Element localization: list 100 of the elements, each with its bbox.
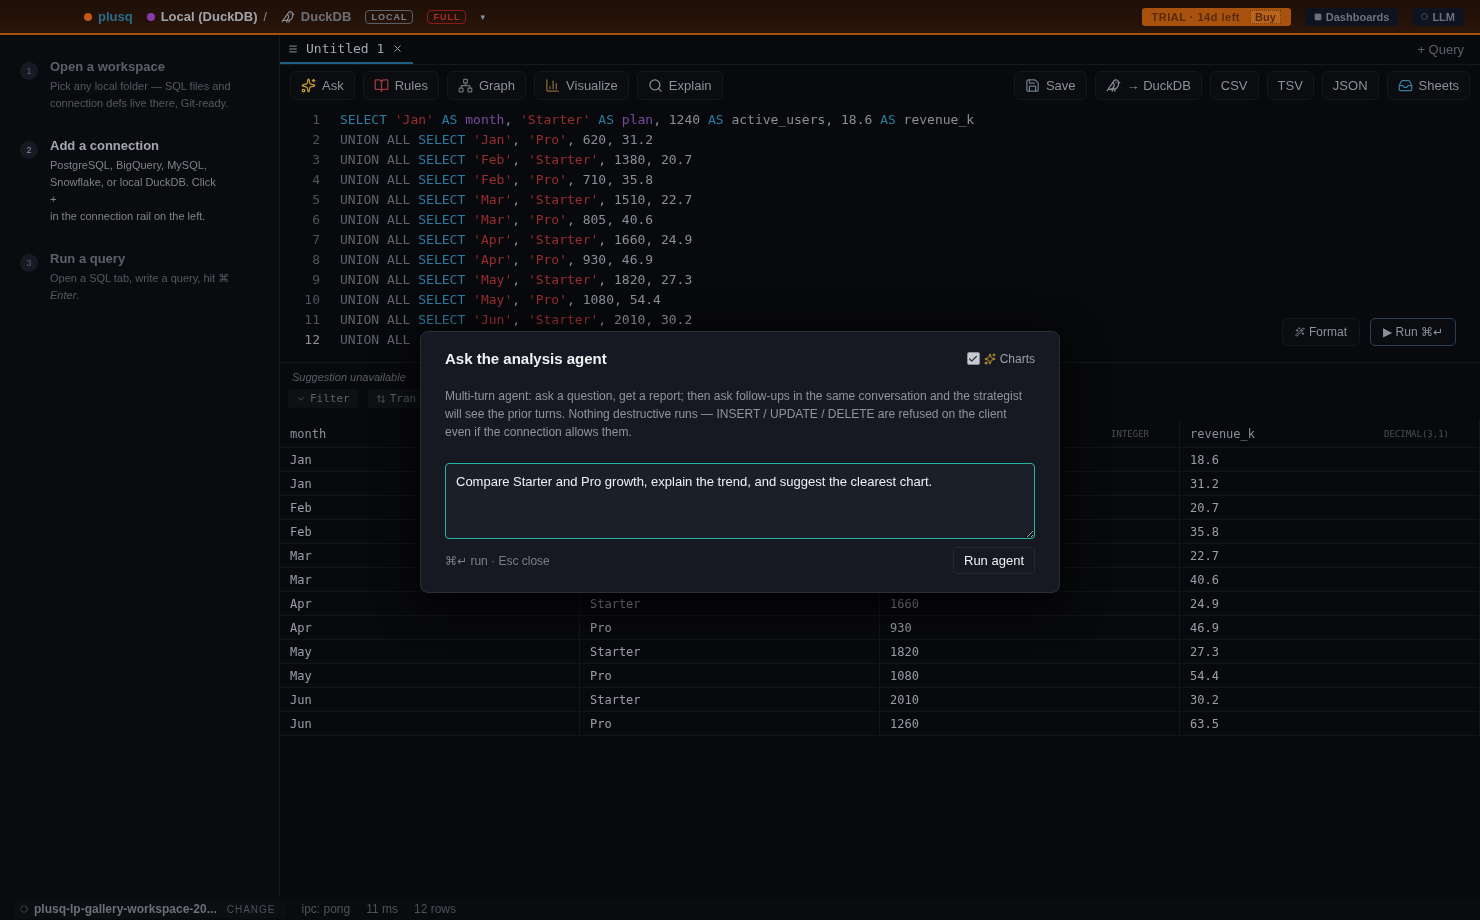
- line-number: 7: [311, 231, 321, 247]
- circle-icon: [20, 905, 28, 913]
- table-cell: May: [280, 664, 580, 687]
- network-icon: [457, 77, 473, 93]
- editor-tab[interactable]: Untitled 1: [280, 41, 414, 64]
- code-line: UNION ALL SELECT 'Apr', 'Pro', 930, 46.9: [340, 251, 654, 267]
- step-text: in the connection rail on the left.: [50, 209, 207, 224]
- toolbar-button[interactable]: Visualize: [534, 70, 629, 100]
- toolbar-button[interactable]: Save: [1013, 70, 1087, 100]
- line-number: 1: [311, 111, 321, 127]
- step-text: Open a SQL tab, write a query, hit ⌘ Enter.: [50, 271, 231, 303]
- step-number: 2: [20, 141, 38, 159]
- llm-button[interactable]: LLM: [1412, 7, 1464, 26]
- book-icon: [373, 77, 389, 93]
- toolbar-button[interactable]: Explain: [636, 70, 723, 100]
- table-cell: 31.2: [1180, 472, 1480, 495]
- table-cell: Pro: [580, 712, 880, 735]
- code-line: UNION ALL SELECT 'May', 'Starter', 1820, 27.3: [340, 271, 693, 287]
- code-line: UNION ALL SELECT 'Apr', 'Starter', 1660, 24.9: [340, 231, 693, 247]
- toolbar-button[interactable]: TSV: [1266, 70, 1314, 100]
- code-line: UNION ALL SELECT 'Jan', 'Pro', 620, 31.2: [340, 131, 654, 147]
- status-text: ipc: pong: [301, 902, 351, 916]
- table-cell: Pro: [580, 664, 880, 687]
- step-number: 3: [20, 254, 38, 272]
- step-title: Add a connection: [50, 138, 161, 153]
- run-button[interactable]: ▶ Run ⌘↵: [1370, 318, 1456, 346]
- toolbar-button[interactable]: Graph: [446, 70, 527, 100]
- code-line: SELECT 'Jan' AS month, 'Starter' AS plan, 1240 AS active_users, 18.6 AS revenue_k: [340, 111, 975, 127]
- toolbar-button[interactable]: JSON: [1321, 70, 1379, 100]
- bar-chart-icon: [545, 77, 561, 93]
- separator-text: /: [263, 9, 267, 24]
- search-icon: [647, 77, 663, 93]
- table-cell: Jun: [280, 712, 580, 735]
- sparkles-icon: [983, 352, 996, 365]
- code-line: UNION ALL SELECT 'Jun', 'Starter', 2010, 30.2: [340, 311, 693, 327]
- wand-icon: [1295, 327, 1305, 337]
- code-line: UNION ALL SELECT 'Feb', 'Pro', 710, 35.8: [340, 171, 654, 187]
- table-cell: Pro: [580, 616, 880, 639]
- code-line: UNION ALL SELECT 'May', 'Pro', 1080, 54.4: [340, 291, 661, 307]
- table-cell: 2010: [880, 688, 1180, 711]
- step-text: +: [50, 192, 58, 207]
- dashboards-button[interactable]: Dashboards: [1304, 7, 1399, 26]
- toolbar-button[interactable]: Ask: [290, 70, 355, 100]
- dialog-description: Multi-turn agent: ask a question, get a report; then ask follow-ups in the same conversation and the strategist will see the prior turns. Nothing destructive runs — INSERT / UPDATE / DELETE are refused on the client even if the connection allows them.: [445, 388, 1023, 441]
- workspace-name: plusq-lp-gallery-workspace-20...: [34, 902, 217, 916]
- table-cell: 27.3: [1180, 640, 1480, 663]
- line-number: 8: [311, 251, 321, 267]
- toolbar-button[interactable]: Rules: [362, 70, 439, 100]
- checkbox[interactable]: [966, 352, 980, 365]
- line-number: 5: [311, 191, 321, 207]
- sparkles-icon: [301, 77, 316, 93]
- step-title: Run a query: [50, 251, 127, 266]
- table-cell: 54.4: [1180, 664, 1480, 687]
- run-agent-button[interactable]: Run agent: [953, 547, 1035, 574]
- line-number: 12: [303, 331, 321, 347]
- workspace-selector[interactable]: plusq-lp-gallery-workspace-20... CHANGE: [14, 900, 286, 918]
- table-cell: Starter: [580, 640, 880, 663]
- step-text: Pick any local folder — SQL files and connection defs live there, Git-ready.: [50, 79, 232, 111]
- table-cell: 22.7: [1180, 544, 1480, 567]
- column-header[interactable]: revenue_k DECIMAL(3,1): [1180, 420, 1480, 447]
- status-text: 11 ms: [366, 902, 398, 916]
- status-text: 12 rows: [414, 902, 457, 916]
- charts-label: Charts: [999, 351, 1035, 366]
- line-number: 9: [311, 271, 321, 287]
- toolbar-button[interactable]: CSV: [1209, 70, 1259, 100]
- code-line: UNION ALL SELECT 'Mar', 'Pro', 805, 40.6: [340, 211, 654, 227]
- table-cell: 30.2: [1180, 688, 1480, 711]
- step-title: Open a workspace: [50, 59, 166, 74]
- new-query-button[interactable]: + Query: [1411, 41, 1470, 58]
- caret-icon[interactable]: ▾: [480, 11, 485, 22]
- line-number: 10: [303, 291, 321, 307]
- step-text: PostgreSQL, BigQuery, MySQL, Snowflake, or local DuckDB. Click: [50, 158, 217, 190]
- code-line: UNION ALL: [340, 331, 411, 347]
- table-cell: 24.9: [1180, 592, 1480, 615]
- table-cell: Apr: [280, 616, 580, 639]
- dialog-title: Ask the analysis agent: [445, 350, 607, 367]
- tray-icon: [1397, 77, 1413, 93]
- table-cell: 1820: [880, 640, 1180, 663]
- line-number: 2: [311, 131, 321, 147]
- table-cell: 1260: [880, 712, 1180, 735]
- shortcut-hint: ⌘↵ run · Esc close: [445, 553, 550, 568]
- toolbar-button[interactable]: Sheets: [1386, 70, 1470, 100]
- format-button[interactable]: Format: [1282, 318, 1361, 346]
- table-cell: May: [280, 640, 580, 663]
- table-cell: 1080: [880, 664, 1180, 687]
- table-cell: Jun: [280, 688, 580, 711]
- mode-tag: LOCAL: [365, 9, 414, 24]
- toolbar-button[interactable]: → DuckDB: [1094, 70, 1202, 100]
- prompt-field[interactable]: Compare Starter and Pro growth, explain the trend, and suggest the clearest chart.: [445, 463, 1035, 539]
- table-cell: Starter: [580, 688, 880, 711]
- table-cell: 18.6: [1180, 448, 1480, 471]
- sort-icon: [375, 393, 386, 404]
- charts-toggle[interactable]: Charts: [966, 351, 1035, 366]
- table-cell: 63.5: [1180, 712, 1480, 735]
- suggestion-text: Suggestion unavailable: [291, 370, 407, 385]
- menu-icon: [288, 43, 298, 54]
- close-icon[interactable]: [392, 43, 404, 54]
- mode-tag: FULL: [427, 9, 467, 24]
- connection-name[interactable]: Local (DuckDB): [146, 9, 258, 24]
- square-icon: [1313, 12, 1322, 21]
